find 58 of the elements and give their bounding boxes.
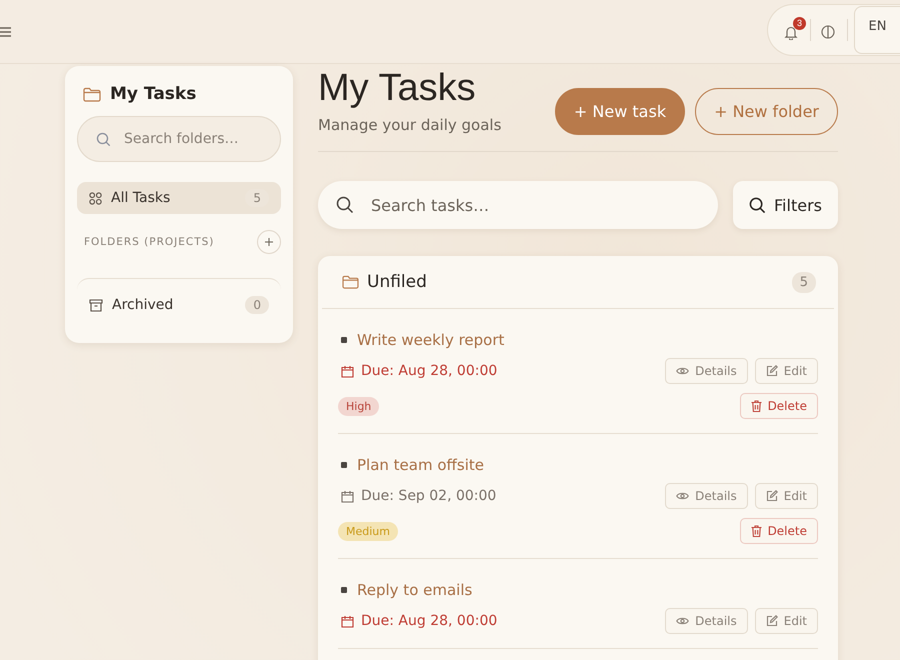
page-subtitle: Manage your daily goals: [318, 116, 502, 134]
add-folder-button[interactable]: [257, 230, 281, 254]
due-date: Due: Aug 28, 00:00: [338, 613, 498, 629]
bell-icon: [784, 24, 798, 40]
trash-icon: [750, 525, 762, 537]
count-badge: 5: [792, 272, 816, 292]
delete-button[interactable]: Delete: [740, 393, 818, 419]
archive-box-icon: [89, 298, 103, 312]
new-folder-button[interactable]: + New folder: [695, 88, 838, 135]
bullet-icon: [341, 587, 347, 593]
task-search-field[interactable]: Search tasks…: [318, 181, 718, 229]
bullet-icon: [341, 462, 347, 468]
count-badge: 0: [245, 296, 269, 314]
calendar-icon: [341, 614, 354, 628]
filters-button[interactable]: Filters: [733, 181, 838, 229]
section-heading: FOLDERS (PROJECTS): [84, 236, 214, 248]
count-badge: 5: [245, 189, 269, 207]
language-button[interactable]: EN: [854, 6, 900, 54]
notifications-button[interactable]: 3: [778, 16, 806, 44]
due-date: Due: Aug 28, 00:00: [338, 363, 498, 379]
pencil-icon: [766, 490, 778, 502]
half-circle-icon: [821, 25, 835, 39]
calendar-icon: [341, 364, 354, 378]
task-title[interactable]: Reply to emails: [357, 581, 472, 599]
grid-icon: [89, 192, 102, 204]
due-date: Due: Sep 02, 00:00: [338, 488, 496, 504]
delete-button[interactable]: Delete: [740, 518, 818, 544]
pencil-icon: [766, 615, 778, 627]
edit-button[interactable]: Edit: [754, 608, 818, 634]
trash-icon: [750, 400, 762, 412]
page-title: My Tasks: [318, 67, 477, 110]
menu-icon[interactable]: [0, 26, 11, 36]
new-task-button[interactable]: + New task: [554, 88, 686, 135]
priority-tag: Medium: [338, 522, 398, 540]
notification-count-badge: 3: [793, 16, 806, 30]
priority-tag: High: [338, 396, 380, 416]
pencil-icon: [766, 365, 778, 377]
group-title: Unfiled: [367, 272, 428, 292]
eye-icon: [676, 616, 690, 626]
details-button[interactable]: Details: [665, 358, 748, 384]
bullet-icon: [341, 337, 347, 343]
sidebar-item[interactable]: All Tasks 5: [77, 182, 281, 214]
plus-icon: [265, 238, 273, 246]
folder-icon: [83, 86, 101, 102]
details-button[interactable]: Details: [665, 483, 748, 509]
edit-button[interactable]: Edit: [754, 358, 818, 384]
sidebar-title: My Tasks: [110, 84, 196, 104]
task-title[interactable]: Plan team offsite: [357, 456, 484, 474]
eye-icon: [676, 366, 690, 376]
search-icon: [749, 196, 766, 214]
folder-search-field[interactable]: Search folders…: [77, 116, 281, 162]
eye-icon: [676, 491, 690, 501]
folder-icon: [342, 275, 359, 289]
task-title[interactable]: Write weekly report: [357, 331, 504, 349]
edit-button[interactable]: Edit: [754, 483, 818, 509]
archived-item[interactable]: Archived 0: [77, 278, 281, 327]
details-button[interactable]: Details: [665, 608, 748, 634]
calendar-icon: [341, 490, 354, 502]
